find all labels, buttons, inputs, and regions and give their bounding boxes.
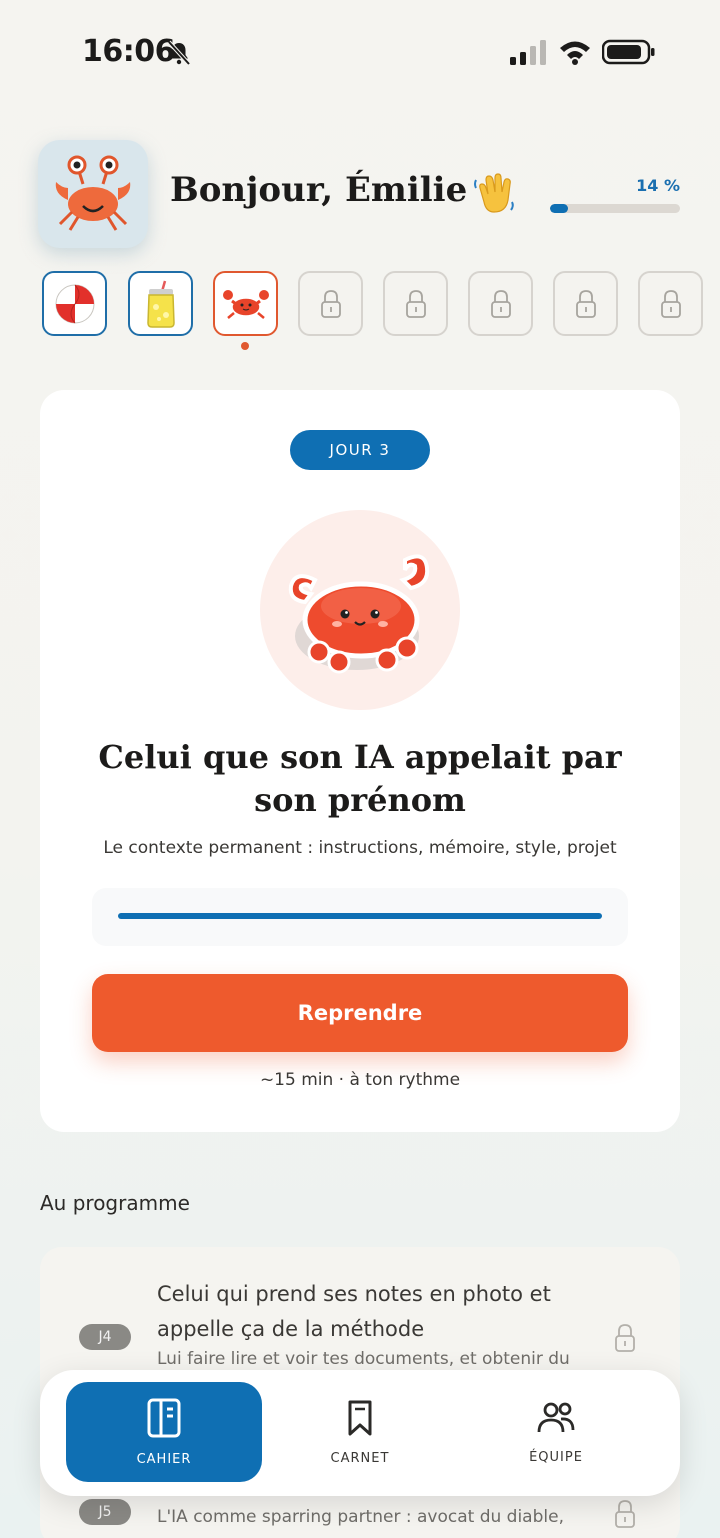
day-2-tile[interactable] xyxy=(128,271,193,336)
lock-icon xyxy=(405,289,426,318)
lemonade-jar-icon xyxy=(146,280,175,328)
lock-icon xyxy=(490,289,511,318)
tab-label: ÉQUIPE xyxy=(529,1449,583,1465)
cell-signal-icon xyxy=(510,40,546,65)
lesson-progress xyxy=(92,888,628,946)
day-7-tile-locked[interactable] xyxy=(553,271,618,336)
day-badge: JOUR 3 xyxy=(290,430,430,470)
lock-icon xyxy=(660,289,681,318)
wifi-icon xyxy=(560,41,590,65)
lock-icon xyxy=(320,289,341,318)
team-icon xyxy=(537,1402,575,1432)
lock-icon xyxy=(575,289,596,318)
lesson-duration: ~15 min · à ton rythme xyxy=(259,1070,461,1090)
lesson-illustration xyxy=(260,510,460,710)
status-bar: 16:06 xyxy=(0,0,720,100)
crab-icon xyxy=(222,289,269,319)
lesson-card: JOUR 3 Celui que son IA appelait par son… xyxy=(40,390,680,1132)
avatar[interactable] xyxy=(38,140,148,248)
program-item-badge: J4 xyxy=(79,1324,131,1350)
day-selector xyxy=(42,271,720,351)
tab-carnet[interactable]: CARNET xyxy=(262,1382,458,1482)
crab-icon xyxy=(288,554,430,674)
day-8-tile-locked[interactable] xyxy=(638,271,703,336)
overall-progress-bar xyxy=(550,204,680,213)
lesson-progress-fill xyxy=(118,913,602,919)
day-1-tile[interactable] xyxy=(42,271,107,336)
waving-hand-icon xyxy=(474,173,514,213)
day-5-tile-locked[interactable] xyxy=(383,271,448,336)
bell-muted-icon xyxy=(167,40,191,66)
status-time: 16:06 xyxy=(82,34,176,69)
resume-button[interactable]: Reprendre xyxy=(92,974,628,1052)
program-item-desc: Lui faire lire et voir tes documents, et… xyxy=(157,1349,570,1369)
crab-icon xyxy=(55,155,131,231)
current-day-indicator xyxy=(241,342,249,350)
tab-label: CARNET xyxy=(330,1450,390,1466)
lock-icon xyxy=(615,1324,635,1352)
lesson-title: Celui que son IA appelait par son prénom xyxy=(98,738,622,819)
day-3-tile[interactable] xyxy=(213,271,278,336)
beach-ball-icon xyxy=(55,284,94,323)
lock-icon xyxy=(615,1500,635,1528)
notebook-icon xyxy=(147,1398,181,1437)
program-item-badge: J5 xyxy=(79,1499,131,1525)
tab-label: CAHIER xyxy=(136,1451,192,1467)
program-item-title[interactable]: Celui qui prend ses notes en photo et ap… xyxy=(157,1277,607,1347)
tab-bar: CAHIER CARNET ÉQUIPE xyxy=(40,1370,680,1496)
day-4-tile-locked[interactable] xyxy=(298,271,363,336)
program-item-desc: L'IA comme sparring partner : avocat du … xyxy=(157,1507,564,1527)
lesson-subtitle: Le contexte permanent : instructions, mé… xyxy=(103,838,617,858)
program-section-title: Au programme xyxy=(40,1191,190,1215)
bookmark-icon xyxy=(348,1400,372,1435)
battery-icon xyxy=(602,39,655,65)
tab-cahier[interactable]: CAHIER xyxy=(66,1382,262,1482)
greeting-title: Bonjour, Émilie xyxy=(170,170,468,210)
day-6-tile-locked[interactable] xyxy=(468,271,533,336)
overall-progress-label: 14 % xyxy=(636,176,680,195)
tab-equipe[interactable]: ÉQUIPE xyxy=(458,1382,654,1482)
overall-progress-fill xyxy=(550,204,569,213)
